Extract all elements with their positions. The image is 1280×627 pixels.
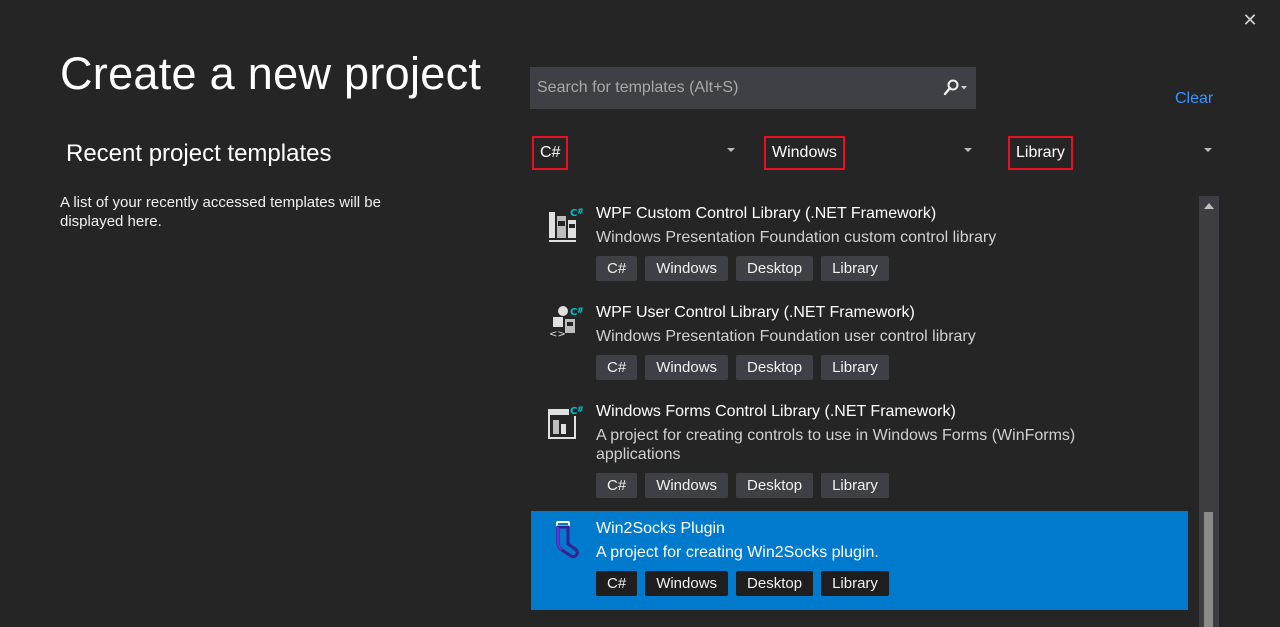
template-list-scrollbar[interactable]	[1199, 196, 1219, 627]
template-name: Windows Forms Control Library (.NET Fram…	[596, 403, 956, 420]
template-description: Windows Presentation Foundation custom c…	[596, 229, 997, 246]
svg-text:#: #	[577, 405, 584, 414]
tag-project-type: Library	[821, 355, 889, 380]
tag-language: C#	[596, 256, 638, 281]
recent-templates-empty-text: A list of your recently accessed templat…	[60, 194, 381, 230]
tag-project-type: Library	[821, 256, 889, 281]
recent-templates-heading: Recent project templates	[66, 140, 332, 167]
platform-filter-dropdown[interactable]: Windows	[764, 136, 976, 170]
template-item-wpf-user-control-library[interactable]: <> C # WPF User Control Library (.NET Fr…	[531, 295, 1188, 394]
win2socks-sock-icon	[556, 521, 579, 559]
tag-platform: Windows	[645, 355, 729, 380]
template-search-box[interactable]	[530, 67, 976, 109]
clear-filters-link[interactable]: Clear	[1175, 90, 1213, 108]
template-item-windows-forms-control-library[interactable]: C # Windows Forms Control Library (.NET …	[531, 394, 1188, 511]
language-filter-dropdown[interactable]: C#	[532, 136, 738, 170]
svg-text:#: #	[577, 207, 584, 216]
template-item-wpf-custom-control-library[interactable]: C # WPF Custom Control Library (.NET Fra…	[531, 196, 1188, 295]
tag-desktop: Desktop	[736, 473, 814, 498]
page-title: Create a new project	[60, 48, 482, 99]
tag-platform: Windows	[645, 571, 729, 596]
language-filter-value: C#	[532, 136, 569, 170]
tag-desktop: Desktop	[736, 571, 814, 596]
search-input[interactable]	[531, 68, 935, 108]
svg-text:<>: <>	[549, 329, 566, 340]
project-type-filter-value: Library	[1008, 136, 1073, 170]
tag-project-type: Library	[821, 473, 889, 498]
project-type-filter-dropdown[interactable]: Library	[1008, 136, 1214, 170]
chevron-down-icon	[727, 148, 735, 152]
search-options-button[interactable]	[935, 68, 975, 108]
template-description: Windows Presentation Foundation user con…	[596, 328, 976, 345]
tag-language: C#	[596, 355, 638, 380]
template-description: A project for creating controls to use i…	[596, 427, 1076, 463]
chevron-down-icon	[964, 148, 972, 152]
tag-platform: Windows	[645, 256, 729, 281]
tag-project-type: Library	[821, 571, 889, 596]
svg-text:#: #	[577, 306, 584, 315]
template-list[interactable]: C # WPF Custom Control Library (.NET Fra…	[531, 196, 1188, 627]
template-description: A project for creating Win2Socks plugin.	[596, 544, 879, 561]
platform-filter-value: Windows	[764, 136, 845, 170]
scroll-up-arrow-icon[interactable]	[1204, 203, 1214, 209]
template-item-win2socks-plugin[interactable]: Win2Socks Plugin A project for creating …	[531, 511, 1188, 610]
template-name: WPF User Control Library (.NET Framework…	[596, 304, 915, 321]
template-name: WPF Custom Control Library (.NET Framewo…	[596, 205, 937, 222]
wpf-custom-control-library-icon: C #	[549, 206, 585, 242]
scrollbar-thumb[interactable]	[1204, 512, 1213, 627]
tag-language: C#	[596, 571, 638, 596]
template-name: Win2Socks Plugin	[596, 520, 725, 537]
windows-forms-control-library-icon: C #	[548, 404, 585, 439]
tag-desktop: Desktop	[736, 355, 814, 380]
chevron-down-icon	[1204, 148, 1212, 152]
tag-language: C#	[596, 473, 638, 498]
search-icon	[943, 79, 967, 96]
wpf-user-control-library-icon: <> C #	[549, 305, 585, 340]
close-icon[interactable]: ✕	[1242, 10, 1257, 30]
tag-platform: Windows	[645, 473, 729, 498]
tag-desktop: Desktop	[736, 256, 814, 281]
close-button[interactable]: ✕	[1238, 8, 1262, 32]
